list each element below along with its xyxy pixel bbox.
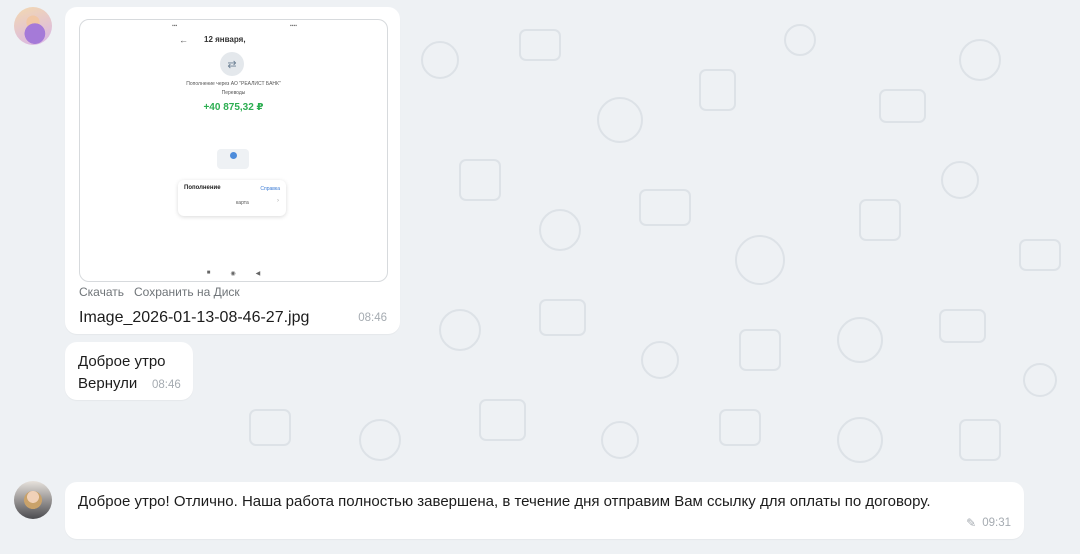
file-name[interactable]: Image_2026-01-13-08-46-27.jpg: [79, 309, 309, 327]
message-time: 08:46: [358, 312, 387, 324]
file-actions: Скачать Сохранить на Диск: [79, 285, 240, 299]
bank-transfer-icon: ⇄: [220, 52, 244, 76]
photo-message: ▪▪▪ ▪▪▪▪ ← 12 января, ⇄ Пополнение через …: [65, 7, 400, 334]
attached-screenshot[interactable]: ▪▪▪ ▪▪▪▪ ← 12 января, ⇄ Пополнение через …: [79, 19, 388, 282]
text-message: Доброе утро Вернули 08:46: [65, 342, 193, 400]
screenshot-action-button: [217, 149, 249, 169]
reply-message: Доброе утро! Отлично. Наша работа полнос…: [65, 482, 1024, 539]
screenshot-card: Пополнение Справка карта ›: [178, 180, 286, 216]
message-line: Вернули: [78, 375, 138, 392]
save-to-disk-link[interactable]: Сохранить на Диск: [134, 285, 240, 299]
screenshot-date: 12 января,: [204, 35, 246, 44]
card-link: Справка: [260, 186, 280, 192]
message-time: 09:31: [982, 517, 1011, 529]
card-value: карта: [236, 200, 249, 206]
screenshot-amount: +40 875,32 ₽: [203, 102, 264, 113]
screenshot-category: Переводы: [221, 90, 246, 96]
message-meta: ✎ 09:31: [966, 516, 1011, 530]
message-line: Доброе утро: [78, 353, 166, 370]
phone-nav-bar: ■ ◉ ◀: [206, 270, 261, 277]
screenshot-operation: Пополнение через АО "РЕАЛИСТ БАНК": [186, 81, 281, 87]
card-title: Пополнение: [184, 185, 221, 191]
download-link[interactable]: Скачать: [79, 285, 124, 299]
phone-status-bar: ▪▪▪ ▪▪▪▪: [172, 23, 297, 29]
sender-avatar[interactable]: [14, 7, 52, 45]
edited-pencil-icon: ✎: [966, 516, 977, 530]
back-arrow-icon: ←: [179, 35, 188, 45]
message-text: Доброе утро! Отлично. Наша работа полнос…: [78, 493, 931, 510]
message-time: 08:46: [152, 379, 181, 391]
reply-avatar[interactable]: [14, 481, 52, 519]
chevron-right-icon: ›: [277, 198, 279, 204]
